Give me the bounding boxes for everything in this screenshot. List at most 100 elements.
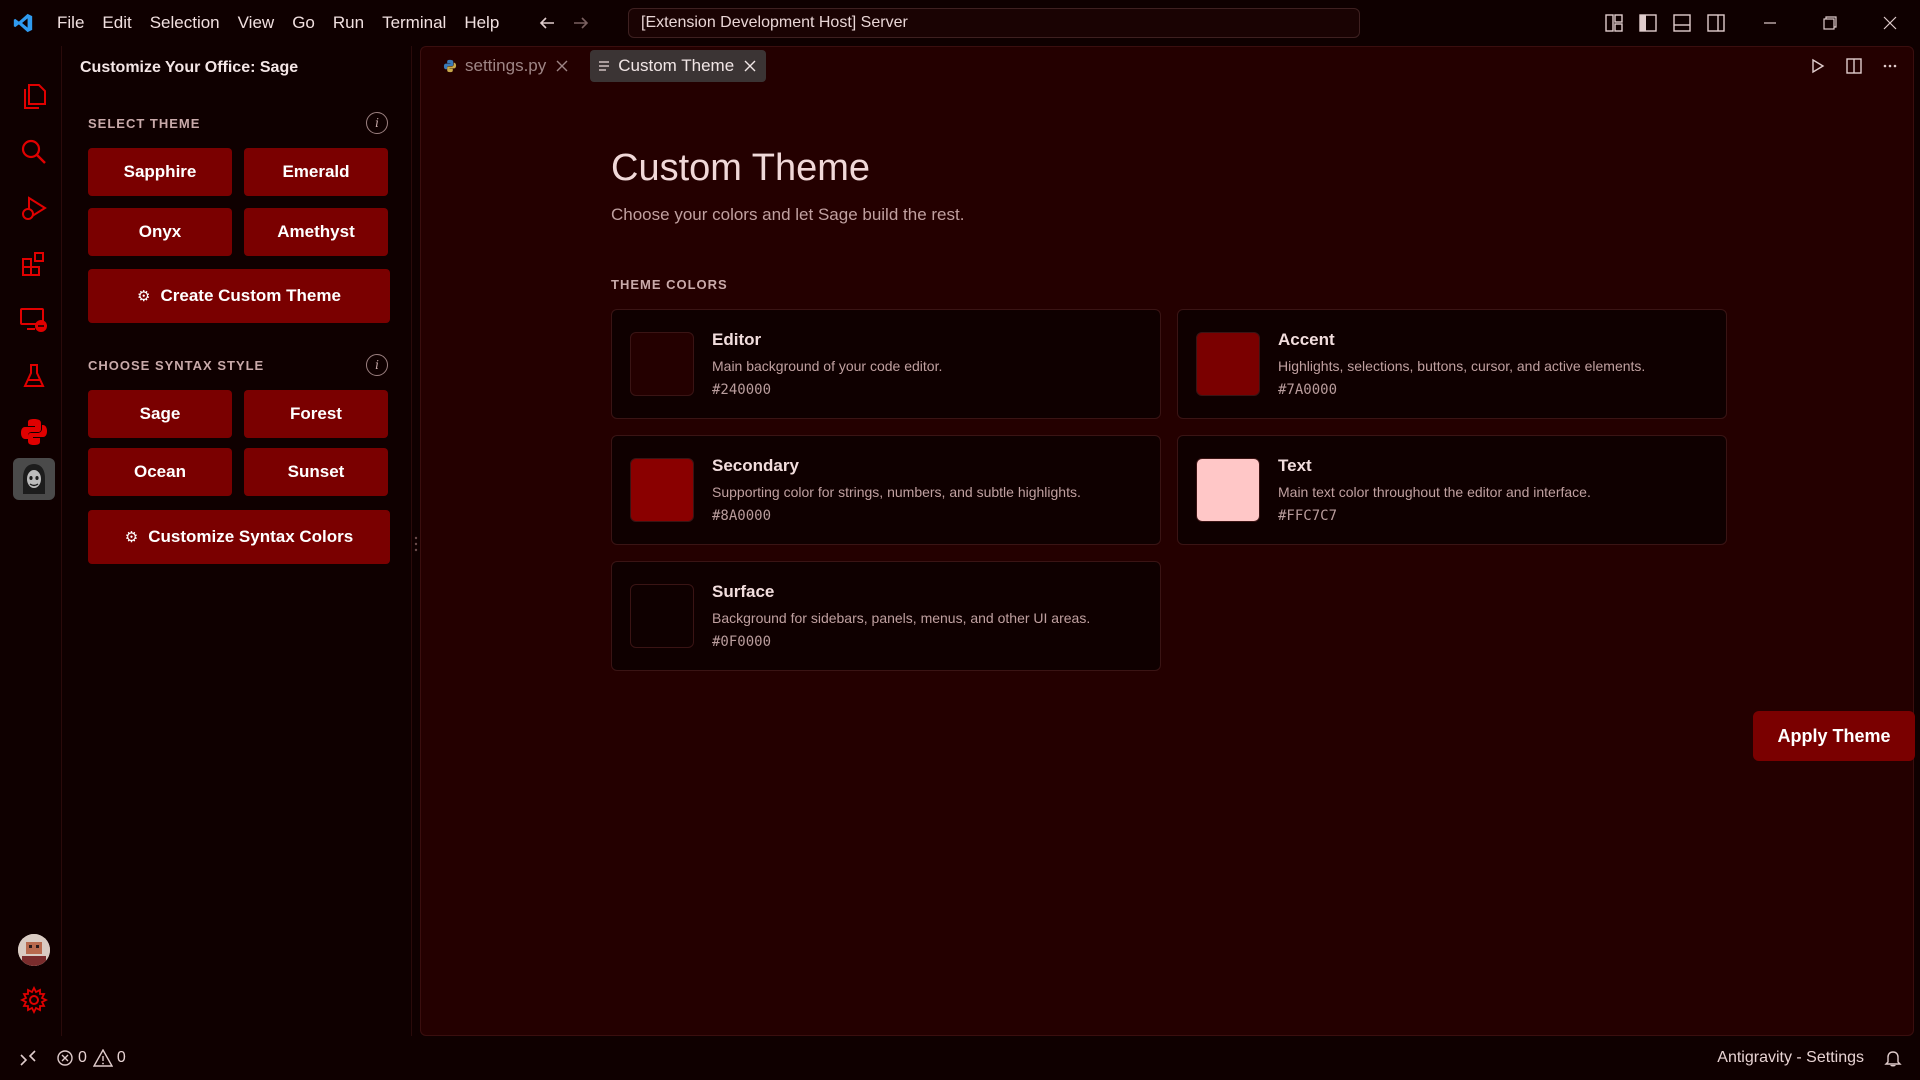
warning-count: 0	[116, 1049, 126, 1066]
color-description: Main background of your code editor.	[712, 358, 943, 374]
settings-gear-icon[interactable]	[6, 976, 62, 1024]
color-card-text[interactable]: Text Main text color throughout the edit…	[1177, 435, 1727, 545]
menu-terminal[interactable]: Terminal	[373, 8, 455, 38]
apply-theme-button[interactable]: Apply Theme	[1753, 711, 1915, 761]
run-debug-icon[interactable]	[6, 184, 62, 232]
toggle-secondary-sidebar-icon[interactable]	[1706, 13, 1726, 33]
explorer-files-icon[interactable]	[6, 72, 62, 120]
menu-help[interactable]: Help	[455, 8, 508, 38]
python-icon[interactable]	[6, 408, 62, 456]
create-custom-theme-button[interactable]: ⚙ Create Custom Theme	[88, 269, 390, 323]
python-file-icon	[443, 59, 457, 73]
close-icon[interactable]	[554, 58, 570, 74]
problems-indicator[interactable]: 0 0	[56, 1049, 126, 1067]
syntax-sunset-button[interactable]: Sunset	[244, 448, 388, 496]
theme-onyx-button[interactable]: Onyx	[88, 208, 232, 256]
forward-arrow-icon[interactable]	[570, 12, 592, 34]
editor-area: settings.py Custom Theme Custom Theme Ch…	[420, 46, 1915, 1036]
tab-label: Custom Theme	[618, 56, 735, 75]
color-description: Main text color throughout the editor an…	[1278, 484, 1591, 500]
remote-explorer-icon[interactable]	[6, 296, 62, 344]
command-center-search[interactable]: [Extension Development Host] Server	[628, 8, 1360, 38]
syntax-forest-button[interactable]: Forest	[244, 390, 388, 438]
theme-amethyst-button[interactable]: Amethyst	[244, 208, 388, 256]
color-name: Secondary	[712, 456, 799, 475]
color-description: Supporting color for strings, numbers, a…	[712, 484, 1081, 500]
split-editor-icon[interactable]	[1843, 55, 1865, 77]
syntax-style-info-icon[interactable]: i	[366, 354, 388, 376]
menu-view[interactable]: View	[229, 8, 284, 38]
customize-syntax-colors-button[interactable]: ⚙ Customize Syntax Colors	[88, 510, 390, 564]
preview-icon	[598, 60, 610, 72]
sidebar-panel: Customize Your Office: Sage SELECT THEME…	[64, 46, 412, 1036]
select-theme-info-icon[interactable]: i	[366, 112, 388, 134]
color-hex: #7A0000	[1278, 382, 1338, 398]
error-icon	[56, 1049, 74, 1067]
menu-selection[interactable]: Selection	[141, 8, 229, 38]
menu-go[interactable]: Go	[283, 8, 324, 38]
menu-file[interactable]: File	[48, 8, 93, 38]
create-custom-theme-label: Create Custom Theme	[160, 286, 341, 305]
menu-bar: File Edit Selection View Go Run Terminal…	[48, 8, 508, 38]
color-hex: #0F0000	[712, 634, 772, 650]
color-name: Editor	[712, 330, 762, 349]
more-actions-icon[interactable]	[1879, 55, 1901, 77]
sidebar-resize-handle[interactable]	[414, 534, 418, 554]
warning-icon	[92, 1049, 113, 1067]
close-window-icon[interactable]	[1860, 0, 1920, 46]
theme-colors-header: THEME COLORS	[611, 277, 728, 292]
status-right-text[interactable]: Antigravity - Settings	[1717, 1049, 1864, 1067]
theme-sapphire-button[interactable]: Sapphire	[88, 148, 232, 196]
page-title: Custom Theme	[611, 147, 871, 189]
tab-settings-py[interactable]: settings.py	[435, 50, 578, 82]
close-icon[interactable]	[742, 58, 758, 74]
color-name: Surface	[712, 582, 775, 601]
color-card-surface[interactable]: Surface Background for sidebars, panels,…	[611, 561, 1161, 671]
back-arrow-icon[interactable]	[536, 12, 558, 34]
color-swatch[interactable]	[1196, 458, 1260, 522]
syntax-ocean-button[interactable]: Ocean	[88, 448, 232, 496]
color-card-editor[interactable]: Editor Main background of your code edit…	[611, 309, 1161, 419]
gear-icon: ⚙	[124, 529, 139, 546]
page-subtitle: Choose your colors and let Sage build th…	[611, 205, 965, 224]
color-name: Text	[1278, 456, 1312, 475]
testing-flask-icon[interactable]	[6, 352, 62, 400]
restore-icon[interactable]	[1800, 0, 1860, 46]
assistant-avatar-icon[interactable]	[13, 458, 55, 500]
extensions-icon[interactable]	[6, 240, 62, 288]
color-swatch[interactable]	[630, 332, 694, 396]
activity-bar	[6, 46, 62, 1036]
tab-custom-theme[interactable]: Custom Theme	[590, 50, 767, 82]
color-card-secondary[interactable]: Secondary Supporting color for strings, …	[611, 435, 1161, 545]
menu-run[interactable]: Run	[324, 8, 373, 38]
color-card-accent[interactable]: Accent Highlights, selections, buttons, …	[1177, 309, 1727, 419]
notifications-bell-icon[interactable]	[1884, 1049, 1902, 1067]
sidebar-title: Customize Your Office: Sage	[80, 59, 299, 76]
toggle-panel-icon[interactable]	[1672, 13, 1692, 33]
vscode-logo-icon[interactable]	[0, 0, 46, 46]
run-icon[interactable]	[1807, 55, 1829, 77]
search-icon[interactable]	[6, 128, 62, 176]
color-hex: #240000	[712, 382, 772, 398]
customize-layout-icon[interactable]	[1604, 13, 1624, 33]
color-name: Accent	[1278, 330, 1335, 349]
syntax-style-header: CHOOSE SYNTAX STYLE	[88, 358, 265, 373]
gear-icon: ⚙	[137, 288, 151, 305]
title-bar: File Edit Selection View Go Run Terminal…	[0, 0, 1920, 46]
customize-syntax-colors-label: Customize Syntax Colors	[148, 527, 354, 546]
tab-label: settings.py	[465, 56, 547, 75]
color-swatch[interactable]	[630, 584, 694, 648]
account-avatar-icon[interactable]	[18, 934, 50, 966]
color-description: Background for sidebars, panels, menus, …	[712, 610, 1091, 626]
syntax-sage-button[interactable]: Sage	[88, 390, 232, 438]
color-swatch[interactable]	[1196, 332, 1260, 396]
color-hex: #8A0000	[712, 508, 772, 524]
color-hex: #FFC7C7	[1278, 508, 1338, 524]
toggle-primary-sidebar-icon[interactable]	[1638, 13, 1658, 33]
theme-emerald-button[interactable]: Emerald	[244, 148, 388, 196]
minimize-icon[interactable]	[1740, 0, 1800, 46]
remote-indicator-icon[interactable]	[0, 1036, 56, 1080]
error-count: 0	[78, 1049, 87, 1066]
color-swatch[interactable]	[630, 458, 694, 522]
menu-edit[interactable]: Edit	[93, 8, 140, 38]
